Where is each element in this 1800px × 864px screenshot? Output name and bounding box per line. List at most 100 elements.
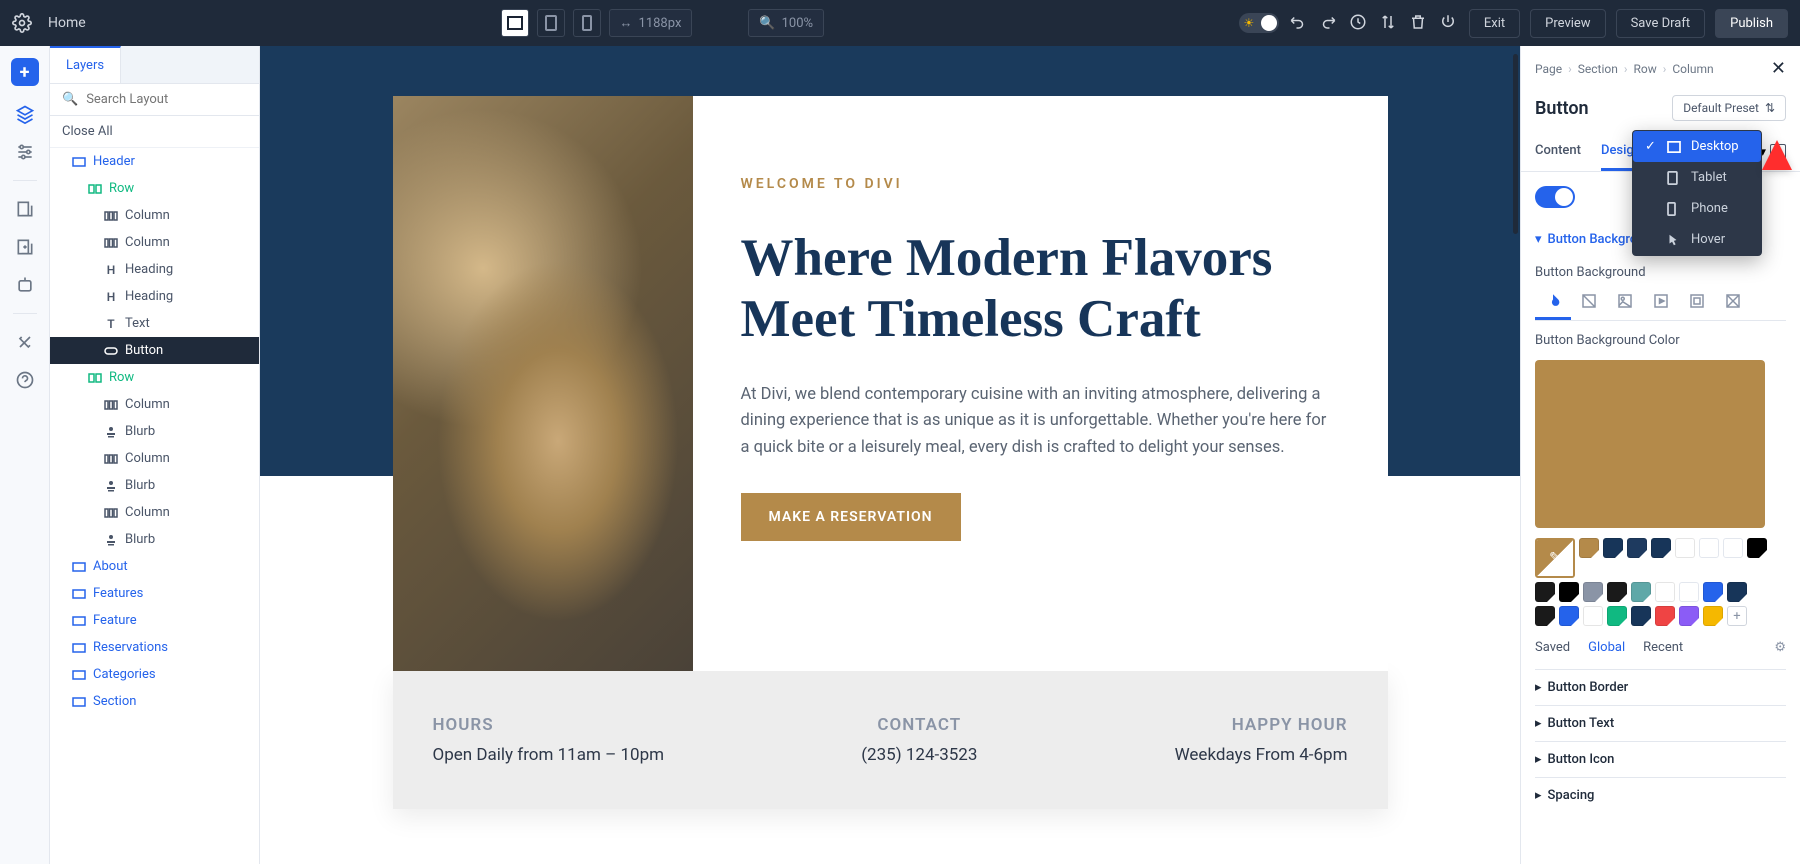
layer-item-reservations[interactable]: Reservations [50, 634, 259, 661]
color-swatch[interactable] [1607, 582, 1627, 602]
device-tablet-button[interactable] [537, 9, 565, 37]
bg-pattern-tab[interactable] [1679, 284, 1715, 320]
save-draft-button[interactable]: Save Draft [1616, 9, 1706, 38]
color-swatch[interactable] [1747, 538, 1767, 558]
layer-item-button[interactable]: Button [50, 337, 259, 364]
color-swatch[interactable] [1535, 582, 1555, 602]
bg-color-tab[interactable] [1535, 284, 1571, 320]
spacing-section[interactable]: ▸Spacing [1535, 777, 1786, 813]
layer-item-row[interactable]: Row [50, 364, 259, 391]
preset-dropdown[interactable]: Default Preset⇅ [1672, 95, 1786, 121]
button-icon-section[interactable]: ▸Button Icon [1535, 741, 1786, 777]
history-icon[interactable] [1349, 13, 1369, 33]
enable-toggle[interactable] [1535, 186, 1575, 208]
settings-gear-icon[interactable] [12, 13, 32, 33]
color-settings-gear-icon[interactable]: ⚙ [1774, 640, 1786, 655]
color-swatch[interactable] [1631, 582, 1651, 602]
content-tab[interactable]: Content [1535, 133, 1581, 171]
color-swatch[interactable] [1583, 606, 1603, 626]
layers-tab[interactable]: Layers [50, 46, 121, 83]
color-swatch[interactable] [1727, 582, 1747, 602]
layer-item-header[interactable]: Header [50, 148, 259, 175]
breadcrumb-row[interactable]: Row [1633, 62, 1656, 76]
page-title[interactable]: Home [48, 15, 86, 31]
color-swatch[interactable] [1679, 606, 1699, 626]
color-swatch[interactable] [1607, 606, 1627, 626]
color-swatch[interactable] [1559, 582, 1579, 602]
color-swatch[interactable] [1675, 538, 1695, 558]
color-swatch[interactable] [1679, 582, 1699, 602]
layer-item-section[interactable]: Section [50, 688, 259, 715]
undo-icon[interactable] [1289, 13, 1309, 33]
device-desktop-button[interactable] [501, 9, 529, 37]
color-swatch[interactable] [1723, 538, 1743, 558]
layer-item-column[interactable]: Column [50, 229, 259, 256]
layer-item-features[interactable]: Features [50, 580, 259, 607]
layer-item-column[interactable]: Column [50, 499, 259, 526]
close-panel-icon[interactable]: ✕ [1771, 58, 1786, 79]
layer-item-column[interactable]: Column [50, 445, 259, 472]
responsive-hover-option[interactable]: ✓ Hover [1633, 224, 1761, 255]
color-swatch[interactable] [1631, 606, 1651, 626]
responsive-phone-option[interactable]: ✓ Phone [1633, 193, 1761, 224]
color-swatch[interactable] [1651, 538, 1671, 558]
color-swatch[interactable] [1535, 606, 1555, 626]
bg-image-tab[interactable] [1607, 284, 1643, 320]
layer-item-heading[interactable]: HHeading [50, 283, 259, 310]
preview-button[interactable]: Preview [1530, 9, 1605, 38]
sort-icon[interactable] [1379, 13, 1399, 33]
bg-video-tab[interactable] [1643, 284, 1679, 320]
layer-item-blurb[interactable]: Blurb [50, 472, 259, 499]
help-icon[interactable] [15, 370, 35, 390]
layer-item-column[interactable]: Column [50, 202, 259, 229]
close-all-button[interactable]: Close All [50, 116, 259, 148]
layer-item-row[interactable]: Row [50, 175, 259, 202]
exit-button[interactable]: Exit [1469, 9, 1520, 38]
tools-icon[interactable] [15, 332, 35, 352]
device-phone-button[interactable] [573, 9, 601, 37]
add-element-button[interactable]: + [11, 58, 39, 86]
settings-rail-icon[interactable] [15, 142, 35, 162]
ai-icon[interactable] [15, 275, 35, 295]
redo-icon[interactable] [1319, 13, 1339, 33]
active-color-swatch[interactable] [1535, 538, 1575, 578]
color-swatch[interactable] [1703, 582, 1723, 602]
responsive-desktop-option[interactable]: ✓ Desktop [1633, 131, 1761, 162]
color-swatch[interactable] [1579, 538, 1599, 558]
bg-mask-tab[interactable] [1715, 284, 1751, 320]
color-swatch[interactable] [1627, 538, 1647, 558]
breadcrumb-column[interactable]: Column [1672, 62, 1713, 76]
color-swatch[interactable] [1559, 606, 1579, 626]
breadcrumb-section[interactable]: Section [1578, 62, 1618, 76]
layer-item-categories[interactable]: Categories [50, 661, 259, 688]
bg-gradient-tab[interactable] [1571, 284, 1607, 320]
layer-item-blurb[interactable]: Blurb [50, 418, 259, 445]
layer-item-about[interactable]: About [50, 553, 259, 580]
color-swatch[interactable] [1603, 538, 1623, 558]
zoom-input[interactable]: 🔍 100% [748, 9, 824, 37]
power-icon[interactable] [1439, 13, 1459, 33]
color-preview[interactable] [1535, 360, 1765, 528]
layer-item-column[interactable]: Column [50, 391, 259, 418]
layer-item-blurb[interactable]: Blurb [50, 526, 259, 553]
theme-toggle[interactable]: ☀ [1239, 13, 1279, 33]
save-library-icon[interactable] [15, 199, 35, 219]
color-swatch[interactable] [1699, 538, 1719, 558]
add-color-swatch[interactable]: + [1727, 606, 1747, 626]
recent-colors-tab[interactable]: Recent [1643, 640, 1683, 655]
canvas-width-input[interactable]: ↔ 1188px [609, 9, 693, 37]
canvas[interactable]: WELCOME TO DIVI Where Modern Flavors Mee… [260, 46, 1520, 864]
layers-search-input[interactable] [86, 92, 252, 107]
responsive-dropdown[interactable]: ✓ Desktop ✓ Tablet ✓ Phone ✓ Hover [1632, 130, 1762, 256]
layers-rail-icon[interactable] [15, 104, 35, 124]
trash-icon[interactable] [1409, 13, 1429, 33]
publish-button[interactable]: Publish [1715, 9, 1788, 38]
color-swatch[interactable] [1703, 606, 1723, 626]
layer-item-feature[interactable]: Feature [50, 607, 259, 634]
color-swatch[interactable] [1655, 582, 1675, 602]
layer-item-heading[interactable]: HHeading [50, 256, 259, 283]
global-colors-tab[interactable]: Global [1588, 640, 1625, 655]
layer-item-text[interactable]: TText [50, 310, 259, 337]
button-border-section[interactable]: ▸Button Border [1535, 669, 1786, 705]
color-swatch[interactable] [1583, 582, 1603, 602]
